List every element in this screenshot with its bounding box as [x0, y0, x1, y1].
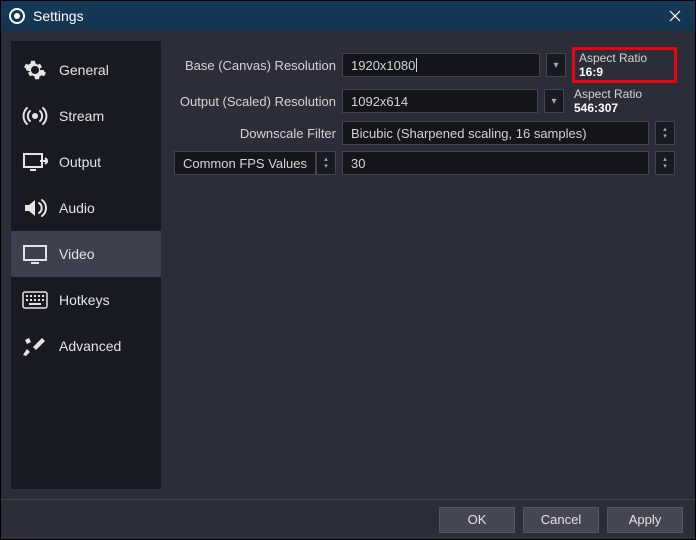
sidebar-item-label: Hotkeys [59, 292, 110, 308]
stream-icon [21, 105, 49, 127]
dialog-footer: OK Cancel Apply [1, 499, 695, 539]
downscale-filter-select[interactable]: Bicubic (Sharpened scaling, 16 samples) [342, 121, 649, 145]
sidebar-item-output[interactable]: Output [11, 139, 161, 185]
chevron-down-icon: ▾ [663, 163, 667, 170]
output-resolution-dropdown[interactable]: ▾ [544, 89, 564, 113]
sidebar-item-label: Stream [59, 108, 104, 124]
output-resolution-label: Output (Scaled) Resolution [171, 94, 336, 109]
output-resolution-input[interactable]: 1092x614 [342, 89, 538, 113]
sidebar-item-label: Audio [59, 200, 95, 216]
chevron-up-icon: ▴ [663, 156, 667, 163]
downscale-filter-label: Downscale Filter [171, 126, 336, 141]
fps-mode-select[interactable]: Common FPS Values [174, 151, 316, 175]
base-resolution-input[interactable]: 1920x1080 [342, 53, 540, 77]
sidebar-item-label: Output [59, 154, 101, 170]
close-button[interactable] [655, 1, 695, 31]
downscale-filter-row: Downscale Filter Bicubic (Sharpened scal… [171, 121, 675, 145]
fps-row: Common FPS Values ▴▾ 30 ▴▾ [171, 151, 675, 175]
sidebar-item-label: Video [59, 246, 95, 262]
audio-icon [21, 197, 49, 219]
window-title: Settings [33, 8, 655, 24]
app-icon [9, 8, 25, 24]
base-resolution-row: Base (Canvas) Resolution 1920x1080 ▾ Asp… [171, 49, 675, 81]
sidebar-item-label: Advanced [59, 338, 121, 354]
output-resolution-row: Output (Scaled) Resolution 1092x614 ▾ As… [171, 87, 675, 115]
close-icon [669, 10, 681, 22]
fps-value-stepper[interactable]: ▴▾ [655, 151, 675, 175]
sidebar-item-hotkeys[interactable]: Hotkeys [11, 277, 161, 323]
chevron-down-icon: ▾ [663, 133, 667, 140]
sidebar-item-stream[interactable]: Stream [11, 93, 161, 139]
fps-value-select[interactable]: 30 [342, 151, 649, 175]
apply-button[interactable]: Apply [607, 507, 683, 533]
video-settings-panel: Base (Canvas) Resolution 1920x1080 ▾ Asp… [161, 41, 685, 489]
sidebar-item-general[interactable]: General [11, 47, 161, 93]
fps-mode-stepper[interactable]: ▴▾ [316, 151, 336, 175]
base-resolution-dropdown[interactable]: ▾ [546, 53, 566, 77]
titlebar: Settings [1, 1, 695, 31]
base-resolution-label: Base (Canvas) Resolution [171, 58, 336, 73]
hotkeys-icon [21, 291, 49, 309]
downscale-filter-stepper[interactable]: ▴▾ [655, 121, 675, 145]
chevron-down-icon: ▾ [553, 60, 558, 71]
output-icon [21, 151, 49, 173]
base-aspect-ratio: Aspect Ratio 16:9 [572, 47, 677, 83]
chevron-up-icon: ▴ [663, 126, 667, 133]
gear-icon [21, 58, 49, 82]
chevron-up-icon: ▴ [324, 156, 328, 163]
content-area: General Stream Output Audio Video [1, 31, 695, 499]
sidebar-item-audio[interactable]: Audio [11, 185, 161, 231]
ok-button[interactable]: OK [439, 507, 515, 533]
advanced-icon [21, 335, 49, 357]
cancel-button[interactable]: Cancel [523, 507, 599, 533]
sidebar-item-label: General [59, 62, 109, 78]
sidebar-item-advanced[interactable]: Advanced [11, 323, 161, 369]
chevron-down-icon: ▾ [324, 163, 328, 170]
output-aspect-ratio: Aspect Ratio 546:307 [570, 87, 675, 115]
sidebar: General Stream Output Audio Video [11, 41, 161, 489]
chevron-down-icon: ▾ [551, 96, 556, 107]
video-icon [21, 243, 49, 265]
sidebar-item-video[interactable]: Video [11, 231, 161, 277]
